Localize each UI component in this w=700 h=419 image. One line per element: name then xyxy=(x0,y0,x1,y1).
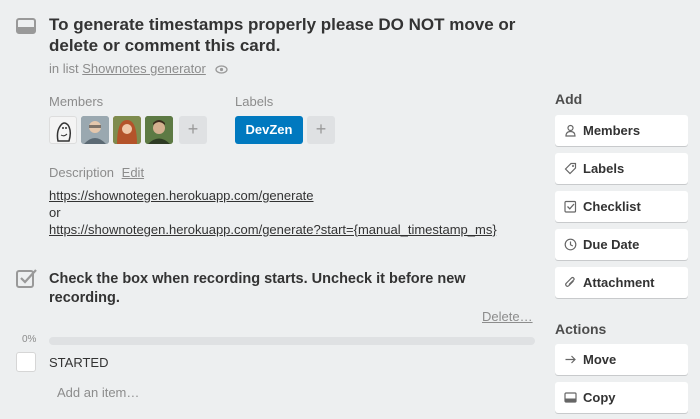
checklist-delete-link[interactable]: Delete… xyxy=(482,309,533,324)
avatar-member-1[interactable] xyxy=(49,116,77,144)
add-checklist-button[interactable]: Checklist xyxy=(555,191,688,222)
avatar-member-4[interactable] xyxy=(145,116,173,144)
avatar-photo-icon xyxy=(113,116,141,144)
members-heading: Members xyxy=(49,94,104,109)
add-attachment-button[interactable]: Attachment xyxy=(555,267,688,298)
description-body: https://shownotegen.herokuapp.com/genera… xyxy=(49,187,497,238)
checklist-icon xyxy=(16,269,37,288)
move-button[interactable]: Move xyxy=(555,344,688,375)
copy-icon xyxy=(564,392,577,403)
avatar-member-2[interactable] xyxy=(81,116,109,144)
avatar-photo-icon xyxy=(145,116,173,144)
card-title[interactable]: To generate timestamps properly please D… xyxy=(49,14,549,56)
checklist-progress-bar xyxy=(49,337,535,345)
checklist-icon xyxy=(564,200,577,213)
description-or: or xyxy=(49,205,61,220)
checklist-item-text[interactable]: STARTED xyxy=(49,355,108,370)
card-list-info: in list Shownotes generator xyxy=(49,61,229,76)
add-attachment-label: Attachment xyxy=(583,275,655,290)
avatar-member-3[interactable] xyxy=(113,116,141,144)
description-heading: Description xyxy=(49,165,115,180)
add-member-button[interactable]: + xyxy=(179,116,207,144)
copy-button[interactable]: Copy xyxy=(555,382,688,413)
add-label-button[interactable]: + xyxy=(307,116,335,144)
labels-heading: Labels xyxy=(235,94,274,109)
description-edit-link[interactable]: Edit xyxy=(122,165,144,180)
paperclip-icon xyxy=(565,276,575,287)
move-label: Move xyxy=(583,352,617,367)
label-devzen[interactable]: DevZen xyxy=(235,116,303,144)
add-checklist-label: Checklist xyxy=(583,199,641,214)
add-due-date-button[interactable]: Due Date xyxy=(555,229,688,260)
add-members-button[interactable]: Members xyxy=(555,115,688,146)
add-checklist-item[interactable]: Add an item… xyxy=(57,385,139,400)
list-name-link[interactable]: Shownotes generator xyxy=(82,61,206,76)
in-list-prefix: in list xyxy=(49,61,79,76)
clock-icon xyxy=(564,238,577,251)
avatar-sketch-icon xyxy=(56,122,72,142)
card-icon xyxy=(16,18,36,34)
person-icon xyxy=(565,124,576,137)
tag-icon xyxy=(564,162,577,175)
add-labels-label: Labels xyxy=(583,161,625,176)
checklist-title[interactable]: Check the box when recording starts. Unc… xyxy=(49,270,519,308)
add-due-date-label: Due Date xyxy=(583,237,640,252)
add-labels-button[interactable]: Labels xyxy=(555,153,688,184)
copy-label: Copy xyxy=(583,390,616,405)
checklist-progress-percent: 0% xyxy=(22,334,37,345)
add-heading: Add xyxy=(555,91,583,107)
add-members-label: Members xyxy=(583,123,641,138)
actions-heading: Actions xyxy=(555,321,607,337)
description-header: Description Edit xyxy=(49,165,144,180)
eye-icon[interactable] xyxy=(215,65,229,74)
generate-link[interactable]: https://shownotegen.herokuapp.com/genera… xyxy=(49,187,497,204)
generate-start-link[interactable]: https://shownotegen.herokuapp.com/genera… xyxy=(49,221,497,238)
avatar-photo-icon xyxy=(81,116,109,144)
checklist-item-checkbox[interactable] xyxy=(16,352,36,372)
arrow-right-icon xyxy=(565,355,576,364)
